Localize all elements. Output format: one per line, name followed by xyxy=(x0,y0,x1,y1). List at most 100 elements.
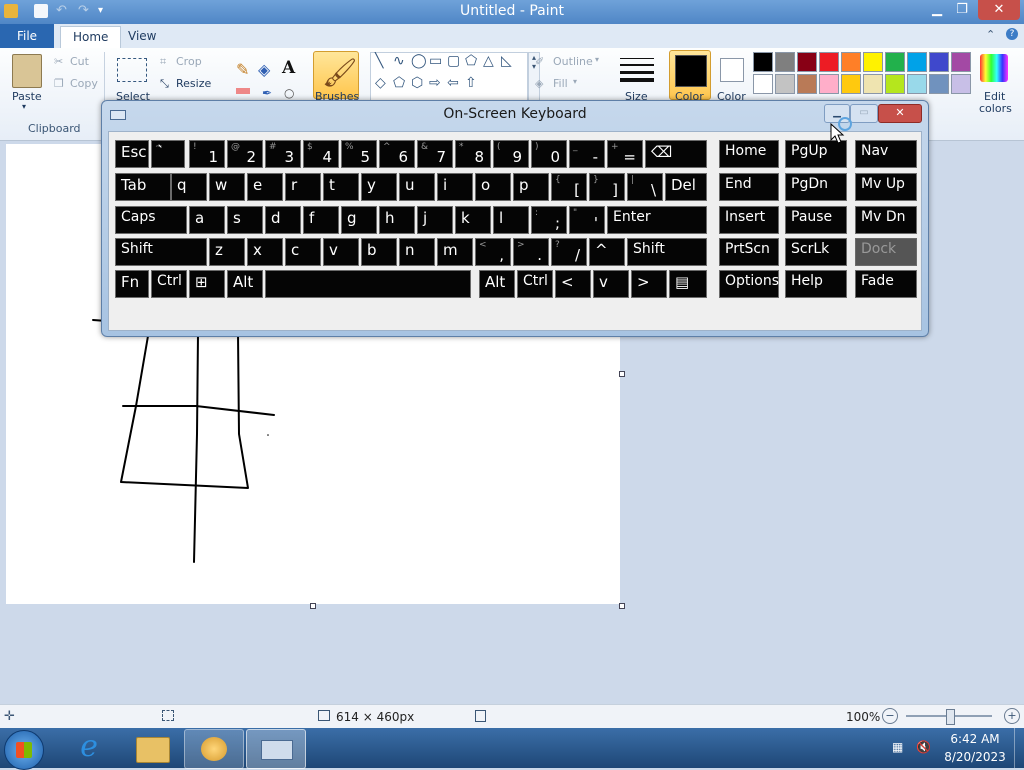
keyboard-key[interactable]: z xyxy=(209,238,245,266)
keyboard-key[interactable]: ⊞ xyxy=(189,270,225,298)
keyboard-key[interactable]: >. xyxy=(513,238,549,266)
palette-swatch[interactable] xyxy=(907,74,927,94)
palette-swatch[interactable] xyxy=(775,52,795,72)
keyboard-key[interactable]: h xyxy=(379,206,415,234)
keyboard-key[interactable]: u xyxy=(399,173,435,201)
keyboard-key[interactable]: o xyxy=(475,173,511,201)
keyboard-key[interactable]: @2 xyxy=(227,140,263,168)
keyboard-key[interactable]: f xyxy=(303,206,339,234)
palette-swatch[interactable] xyxy=(819,52,839,72)
keyboard-key[interactable]: e xyxy=(247,173,283,201)
keyboard-key[interactable]: Ctrl xyxy=(517,270,553,298)
cut-button[interactable]: Cut xyxy=(70,55,89,68)
right-arrow-shape-icon[interactable]: ⇨ xyxy=(429,75,441,91)
keyboard-key[interactable]: Alt xyxy=(479,270,515,298)
pencil-icon[interactable]: ✎ xyxy=(236,60,249,79)
palette-swatch[interactable] xyxy=(753,52,773,72)
keyboard-key[interactable]: | \ xyxy=(627,173,663,201)
palette-swatch[interactable] xyxy=(797,52,817,72)
keyboard-key[interactable]: r xyxy=(285,173,321,201)
network-icon[interactable]: ▦ xyxy=(892,740,906,754)
keyboard-key[interactable]: <, xyxy=(475,238,511,266)
resize-button[interactable]: Resize xyxy=(176,77,211,90)
keyboard-nav-key[interactable]: Mv Up xyxy=(855,173,917,201)
line-shape-icon[interactable]: ╲ xyxy=(375,53,383,69)
help-icon[interactable]: ? xyxy=(1006,28,1018,40)
keyboard-nav-key[interactable]: End xyxy=(719,173,779,201)
keyboard-key[interactable]: ▤ xyxy=(669,270,707,298)
polygon-shape-icon[interactable]: ⬠ xyxy=(465,53,477,69)
color-picker-icon[interactable]: ✒ xyxy=(262,86,272,100)
keyboard-key[interactable]: Alt xyxy=(227,270,263,298)
keyboard-key[interactable]: s xyxy=(227,206,263,234)
osk-taskbar-button[interactable] xyxy=(246,729,306,769)
crop-button[interactable]: Crop xyxy=(176,55,202,68)
keyboard-key[interactable]: & 7 xyxy=(417,140,453,168)
keyboard-key[interactable]: ~ ` xyxy=(151,140,185,168)
keyboard-key[interactable]: % 5 xyxy=(341,140,377,168)
fill-dropdown[interactable]: Fill xyxy=(553,77,568,90)
left-arrow-shape-icon[interactable]: ⇦ xyxy=(447,75,459,91)
keyboard-key[interactable]: i xyxy=(437,173,473,201)
keyboard-key[interactable]: }] xyxy=(589,173,625,201)
keyboard-key[interactable]: {[ xyxy=(551,173,587,201)
clock-time[interactable]: 6:42 AM xyxy=(940,732,1010,746)
keyboard-nav-key[interactable]: Fade xyxy=(855,270,917,298)
keyboard-key[interactable]: Enter xyxy=(607,206,707,234)
rectangle-shape-icon[interactable]: ▭ xyxy=(429,53,442,69)
fill-bucket-icon[interactable]: ◈ xyxy=(258,60,270,79)
keyboard-key[interactable]: b xyxy=(361,238,397,266)
paste-button[interactable]: Paste xyxy=(12,90,42,103)
edit-colors-label-2[interactable]: colors xyxy=(979,102,1012,115)
palette-swatch[interactable] xyxy=(929,52,949,72)
resize-handle-right[interactable] xyxy=(619,371,625,377)
keyboard-key[interactable]: v xyxy=(593,270,629,298)
paste-dropdown-icon[interactable]: ▾ xyxy=(22,102,26,111)
osk-maximize-button[interactable]: ▭ xyxy=(850,104,878,123)
zoom-out-button[interactable]: − xyxy=(882,708,898,724)
keyboard-nav-key[interactable]: Home xyxy=(719,140,779,168)
keyboard-key[interactable]: ⌫ xyxy=(645,140,707,168)
resize-handle-bottom[interactable] xyxy=(310,603,316,609)
keyboard-key[interactable]: Shift xyxy=(115,238,207,266)
keyboard-key[interactable]: w xyxy=(209,173,245,201)
palette-swatch[interactable] xyxy=(753,74,773,94)
pentagon-shape-icon[interactable]: ⬠ xyxy=(393,75,405,91)
keyboard-key[interactable]: t xyxy=(323,173,359,201)
volume-muted-icon[interactable]: 🔇 xyxy=(916,740,931,754)
internet-explorer-icon[interactable]: ℯ xyxy=(60,729,118,767)
diamond-shape-icon[interactable]: ◇ xyxy=(375,75,386,91)
start-button[interactable] xyxy=(4,730,44,770)
keyboard-key[interactable]: q xyxy=(171,173,207,201)
minimize-ribbon-icon[interactable]: ⌃ xyxy=(986,28,995,41)
minimize-button[interactable]: ▁ xyxy=(926,0,948,20)
hexagon-shape-icon[interactable]: ⬡ xyxy=(411,75,423,91)
keyboard-nav-key[interactable]: Mv Dn xyxy=(855,206,917,234)
keyboard-key[interactable]: g xyxy=(341,206,377,234)
edit-colors-icon[interactable] xyxy=(980,54,1008,82)
keyboard-nav-key[interactable]: PgDn xyxy=(785,173,847,201)
keyboard-key[interactable]: d xyxy=(265,206,301,234)
eraser-icon[interactable] xyxy=(236,88,250,94)
keyboard-key[interactable]: ! 1 xyxy=(189,140,225,168)
keyboard-key[interactable]: Caps xyxy=(115,206,187,234)
osk-close-button[interactable]: ✕ xyxy=(878,104,922,123)
tab-file[interactable]: File xyxy=(0,24,54,48)
keyboard-nav-key[interactable]: Options xyxy=(719,270,779,298)
keyboard-key[interactable]: l xyxy=(493,206,529,234)
keyboard-key[interactable]: k xyxy=(455,206,491,234)
keyboard-key[interactable]: $4 xyxy=(303,140,339,168)
keyboard-nav-key[interactable]: Nav xyxy=(855,140,917,168)
keyboard-key[interactable]: j xyxy=(417,206,453,234)
keyboard-nav-key[interactable]: ScrLk xyxy=(785,238,847,266)
magnifier-icon[interactable]: ○ xyxy=(284,86,294,100)
keyboard-nav-key[interactable]: PrtScn xyxy=(719,238,779,266)
keyboard-key[interactable]: #3 xyxy=(265,140,301,168)
zoom-in-button[interactable]: + xyxy=(1004,708,1020,724)
palette-swatch[interactable] xyxy=(819,74,839,94)
keyboard-key[interactable]: p xyxy=(513,173,549,201)
right-triangle-shape-icon[interactable]: ◺ xyxy=(501,53,512,69)
maximize-button[interactable]: ❐ xyxy=(950,0,974,20)
keyboard-key[interactable]: c xyxy=(285,238,321,266)
triangle-shape-icon[interactable]: △ xyxy=(483,53,494,69)
